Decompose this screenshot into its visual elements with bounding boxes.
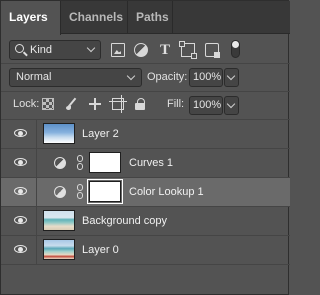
layer-name: Layer 2 [82, 128, 119, 140]
visibility-toggle[interactable] [1, 236, 37, 264]
lock-pixels-icon[interactable] [66, 98, 78, 110]
eye-icon [14, 216, 27, 226]
layers-panel: Layers Channels Paths Kind T Normal Opac… [0, 0, 290, 295]
visibility-toggle[interactable] [1, 207, 37, 235]
fill-label: Fill: [167, 98, 185, 110]
layer-mask-thumbnail[interactable] [89, 152, 121, 173]
filter-kind-label: Kind [30, 44, 53, 56]
lock-label: Lock: [13, 98, 40, 110]
layer-thumbnail [43, 123, 75, 144]
divider [1, 91, 290, 92]
chevron-down-icon [126, 71, 136, 81]
link-icon[interactable] [77, 155, 83, 171]
lock-all-icon[interactable] [135, 98, 147, 110]
opacity-label: Opacity: [147, 71, 188, 83]
adjustment-layer-icon [54, 157, 66, 169]
eye-icon [14, 158, 27, 168]
layer-row[interactable]: Layer 0 [1, 236, 290, 265]
smart-object-filter-icon[interactable] [205, 43, 220, 58]
visibility-toggle[interactable] [1, 178, 37, 206]
layer-name: Color Lookup 1 [129, 186, 204, 198]
layer-row[interactable]: Background copy [1, 207, 290, 236]
filter-kind-dropdown[interactable]: Kind [9, 40, 101, 60]
panel-tab-bar: Layers Channels Paths [1, 1, 290, 35]
layer-thumbnail [43, 239, 75, 260]
type-filter-icon[interactable]: T [158, 43, 172, 58]
link-icon[interactable] [77, 184, 83, 200]
filter-toggle-icon[interactable] [231, 40, 240, 58]
layer-thumbnail [43, 210, 75, 231]
lock-artboard-icon[interactable] [109, 95, 127, 113]
divider [1, 63, 290, 64]
layer-name: Background copy [82, 215, 167, 227]
visibility-toggle[interactable] [1, 120, 37, 148]
lock-position-icon[interactable] [89, 98, 101, 110]
tab-paths[interactable]: Paths [128, 1, 173, 34]
tab-channels[interactable]: Channels [61, 1, 128, 34]
tab-layers[interactable]: Layers [1, 1, 61, 35]
chevron-down-icon [226, 71, 236, 81]
opacity-input[interactable]: 100% [189, 68, 223, 87]
adjustment-filter-icon[interactable] [134, 43, 148, 57]
chevron-down-icon [226, 99, 236, 109]
lock-transparent-icon[interactable] [42, 98, 54, 110]
eye-icon [14, 187, 27, 197]
fill-slider-button[interactable] [224, 96, 239, 115]
layer-row[interactable]: Layer 2 [1, 120, 290, 149]
shape-filter-icon[interactable] [179, 41, 197, 59]
layer-mask-thumbnail[interactable] [87, 179, 123, 204]
eye-icon [14, 129, 27, 139]
fill-value: 100% [193, 99, 222, 111]
eye-icon [14, 245, 27, 255]
chevron-down-icon [86, 43, 96, 53]
adjustment-layer-icon [54, 186, 66, 198]
blend-mode-value: Normal [16, 71, 52, 83]
layer-row[interactable]: Curves 1 [1, 149, 290, 178]
layer-name: Curves 1 [129, 157, 174, 169]
layer-row[interactable]: Color Lookup 1 [1, 178, 290, 207]
fill-input[interactable]: 100% [189, 96, 223, 115]
opacity-slider-button[interactable] [224, 68, 239, 87]
layer-name: Layer 0 [82, 244, 119, 256]
opacity-value: 100% [193, 71, 222, 83]
pixel-filter-icon[interactable] [111, 43, 125, 57]
visibility-toggle[interactable] [1, 149, 37, 177]
search-icon [15, 44, 24, 53]
blend-mode-dropdown[interactable]: Normal [9, 68, 142, 87]
